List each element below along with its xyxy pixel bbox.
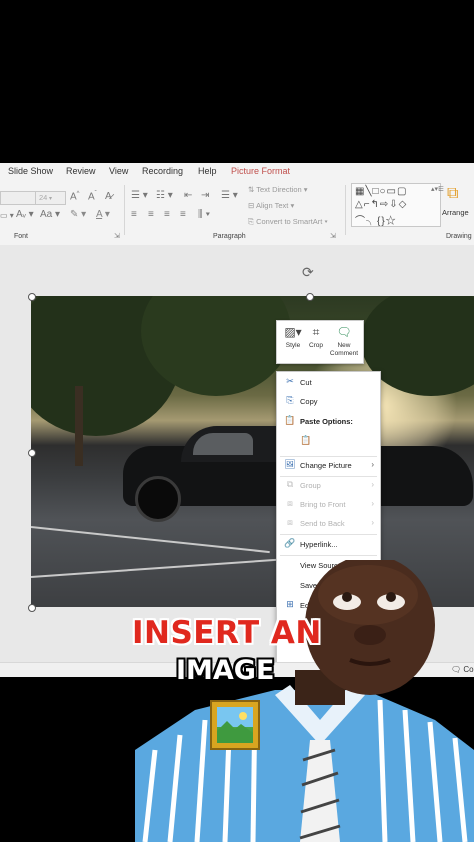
font-launcher-icon[interactable]: ⇲ — [114, 232, 120, 240]
copy-icon: ⎘ — [286, 395, 294, 405]
menu-item-change-picture[interactable]: 🖼 Change Picture › — [277, 457, 380, 474]
car-window — [193, 433, 253, 455]
change-case-icon[interactable]: Aᵥ ▾ — [16, 209, 34, 220]
tab-view[interactable]: View — [109, 166, 128, 176]
menu-item-hyperlink[interactable]: 🔗 Hyperlink... — [277, 536, 380, 553]
person-illustration — [135, 560, 474, 842]
parking-line — [31, 526, 270, 554]
caption-line-1: INSERT AN — [132, 615, 322, 651]
resize-handle[interactable] — [28, 604, 36, 612]
shapes-row-3-icon[interactable]: ⌒╮{}☆ — [355, 212, 397, 227]
menu-item-cut[interactable]: ✂ Cut — [277, 374, 380, 391]
resize-handle[interactable] — [306, 293, 314, 301]
align-right-icon[interactable]: ≡ — [164, 209, 170, 220]
shrink-font-icon[interactable]: Aˇ — [88, 191, 97, 202]
new-comment-button[interactable]: 🗨 New Comment — [327, 325, 361, 358]
menu-separator — [280, 534, 377, 535]
convert-smartart-button[interactable]: ⎘ Convert to SmartArt ▾ — [248, 217, 328, 227]
group-label-paragraph: Paragraph — [213, 233, 246, 240]
menu-item-group[interactable]: ⧉ Group › — [277, 477, 380, 494]
group-label-drawing: Drawing — [446, 233, 472, 240]
align-center-icon[interactable]: ≡ — [148, 209, 154, 220]
paste-icon: 📋 — [284, 415, 296, 425]
tab-slide-show[interactable]: Slide Show — [8, 166, 53, 176]
ribbon-divider — [124, 185, 125, 235]
tab-help[interactable]: Help — [198, 166, 217, 176]
submenu-arrow-icon: › — [371, 480, 374, 489]
style-icon: ▨▾ — [284, 325, 302, 339]
send-back-icon: ⧈ — [287, 517, 293, 527]
new-comment-label: New Comment — [329, 342, 359, 357]
font-color-small-icon[interactable]: Aa ▾ — [40, 209, 60, 220]
char-spacing-icon[interactable]: ▭ ▾ — [0, 211, 14, 220]
bullets-icon[interactable]: ☰ ▾ — [131, 190, 148, 201]
font-color-icon[interactable]: A ▾ — [96, 209, 110, 220]
tree-trunk — [75, 386, 83, 466]
line-spacing-icon[interactable]: ☰ ▾ — [221, 190, 238, 201]
crop-icon: ⌗ — [312, 325, 320, 339]
increase-indent-icon[interactable]: ⇥ — [201, 190, 209, 201]
ribbon: Slide Show Review View Recording Help Pi… — [0, 163, 474, 246]
style-label: Style — [285, 342, 301, 349]
menu-item-send-to-back[interactable]: ⧈ Send to Back › — [277, 515, 380, 532]
menu-item-paste-options: 📋 Paste Options: — [284, 415, 353, 426]
caption-line-2: IMAGE — [176, 655, 275, 686]
car-wheel — [135, 476, 181, 522]
menu-separator — [280, 555, 377, 556]
resize-handle[interactable] — [28, 449, 36, 457]
tab-review[interactable]: Review — [66, 166, 96, 176]
gallery-scroll-icon[interactable]: ▴▾⋿ — [431, 185, 444, 193]
justify-icon[interactable]: ≡ — [180, 209, 186, 220]
clear-format-icon[interactable]: A̷ — [105, 191, 112, 202]
framed-picture-icon — [210, 700, 260, 750]
shapes-row-1-icon[interactable]: ▦╲□○▭▢ — [355, 186, 407, 197]
framed-picture-landscape — [217, 707, 253, 743]
crop-button[interactable]: ⌗ Crop — [305, 325, 327, 349]
scissors-icon: ✂ — [286, 376, 294, 386]
resize-handle[interactable] — [28, 293, 36, 301]
menu-item-bring-to-front[interactable]: ⧈ Bring to Front › — [277, 496, 380, 513]
submenu-arrow-icon: › — [371, 518, 374, 527]
rotate-handle-icon[interactable]: ⟳ — [302, 264, 314, 281]
group-icon: ⧉ — [286, 479, 294, 489]
tab-recording[interactable]: Recording — [142, 166, 183, 176]
tab-picture-format[interactable]: Picture Format — [231, 166, 290, 176]
style-button[interactable]: ▨▾ Style — [280, 325, 306, 349]
menu-item-copy[interactable]: ⎘ Copy — [277, 393, 380, 410]
font-name-box[interactable] — [0, 191, 36, 205]
shapes-gallery[interactable]: ▦╲□○▭▢ △⌐↰⇨⇩◇ ⌒╮{}☆ — [351, 183, 441, 227]
new-comment-icon: 🗨 — [336, 325, 352, 339]
grow-font-icon[interactable]: A^ — [70, 191, 80, 202]
change-picture-icon: 🖼 — [284, 459, 296, 469]
paste-picture-icon: 📋 — [300, 435, 312, 445]
arrange-icon[interactable]: ⧉ — [447, 185, 458, 203]
decrease-indent-icon[interactable]: ⇤ — [184, 190, 192, 201]
group-label-font: Font — [14, 233, 29, 240]
shapes-row-2-icon[interactable]: △⌐↰⇨⇩◇ — [355, 199, 407, 210]
arrange-button[interactable]: Arrange — [442, 208, 469, 217]
ribbon-divider — [345, 185, 346, 235]
text-direction-button[interactable]: ⇅ Text Direction ▾ — [248, 185, 308, 194]
columns-icon[interactable]: ⫼ ▾ — [198, 209, 210, 220]
reaction-person — [135, 560, 474, 842]
numbering-icon[interactable]: ☷ ▾ — [156, 190, 173, 201]
link-icon: 🔗 — [284, 538, 296, 548]
paragraph-launcher-icon[interactable]: ⇲ — [330, 232, 336, 240]
font-size-box[interactable]: 24 ▾ — [35, 191, 66, 205]
submenu-arrow-icon: › — [371, 460, 374, 469]
highlight-icon[interactable]: ✎ ▾ — [70, 209, 86, 220]
mini-toolbar: ▨▾ Style ⌗ Crop 🗨 New Comment — [276, 320, 364, 364]
crop-label: Crop — [308, 342, 324, 349]
bring-front-icon: ⧈ — [287, 498, 293, 508]
paste-picture-button[interactable]: 📋 — [277, 433, 380, 453]
picture-hills-icon — [217, 712, 253, 743]
align-left-icon[interactable]: ≡ — [131, 209, 137, 220]
align-text-button[interactable]: ⊟ Align Text ▾ — [248, 201, 294, 210]
submenu-arrow-icon: › — [371, 499, 374, 508]
